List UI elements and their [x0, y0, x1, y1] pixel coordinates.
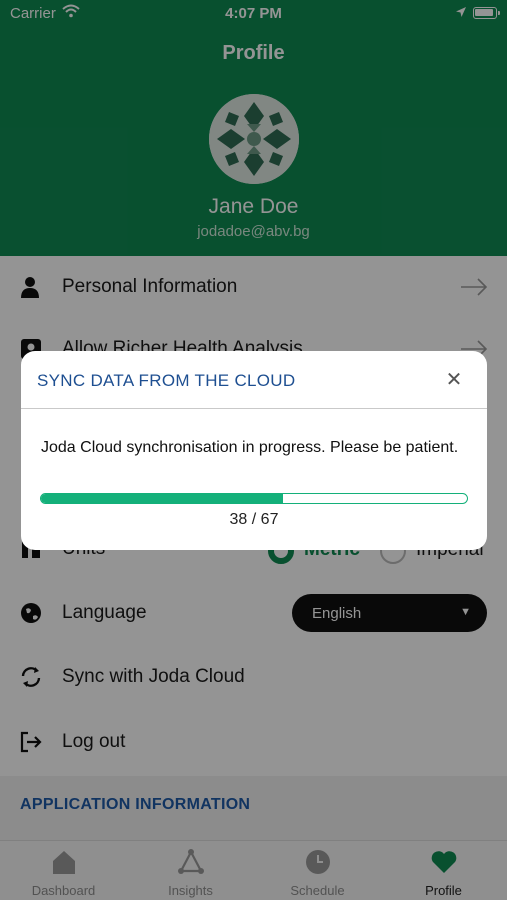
sync-progress-count: 38 / 67 [229, 511, 279, 528]
sync-progress-fill [41, 494, 283, 503]
close-icon[interactable]: ✕ [443, 369, 465, 391]
sync-dialog: SYNC DATA FROM THE CLOUD ✕ Joda Cloud sy… [21, 351, 487, 550]
dialog-message: Joda Cloud synchronisation in progress. … [41, 439, 459, 456]
dialog-title: SYNC DATA FROM THE CLOUD [37, 371, 296, 390]
sync-progress-bar [40, 493, 468, 504]
dialog-divider [21, 408, 487, 409]
